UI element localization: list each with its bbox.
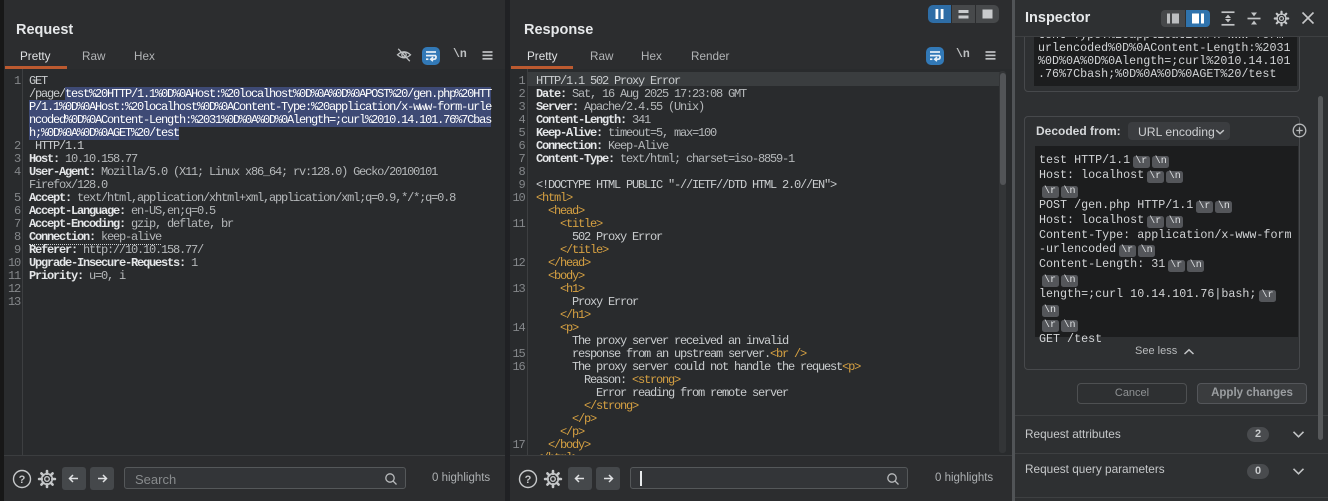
svg-text:?: ? (525, 474, 532, 486)
svg-text:?: ? (19, 474, 26, 486)
